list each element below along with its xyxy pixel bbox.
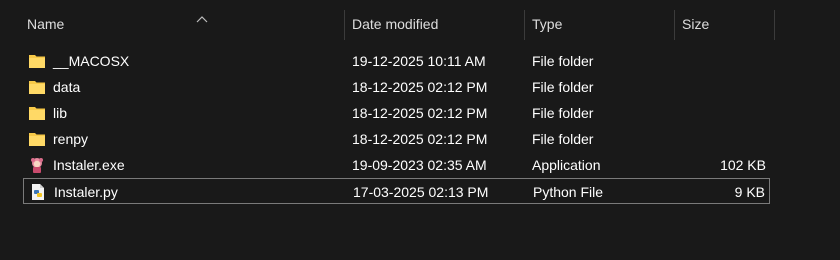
file-size: 9 KB bbox=[734, 184, 765, 200]
file-type: File folder bbox=[532, 53, 594, 69]
folder-icon bbox=[28, 78, 46, 96]
file-type: File folder bbox=[532, 131, 594, 147]
file-row-data[interactable]: data 18-12-2025 02:12 PM File folder bbox=[23, 74, 770, 100]
folder-icon bbox=[28, 104, 46, 122]
sort-ascending-icon bbox=[196, 16, 208, 23]
column-header-size-label: Size bbox=[682, 16, 710, 32]
file-row-macosx[interactable]: __MACOSX 19-12-2025 10:11 AM File folder bbox=[23, 48, 770, 74]
file-date: 18-12-2025 02:12 PM bbox=[352, 79, 488, 95]
file-date: 19-09-2023 02:35 AM bbox=[352, 157, 487, 173]
file-row-instaler-exe[interactable]: Instaler.exe 19-09-2023 02:35 AM Applica… bbox=[23, 152, 770, 178]
file-type: Python File bbox=[533, 184, 604, 200]
file-type: File folder bbox=[532, 105, 594, 121]
file-row-instaler-py[interactable]: Instaler.py 17-03-2025 02:13 PM Python F… bbox=[23, 178, 770, 204]
column-header-name[interactable]: Name bbox=[20, 10, 345, 40]
file-date: 18-12-2025 02:12 PM bbox=[352, 131, 488, 147]
file-date: 19-12-2025 10:11 AM bbox=[352, 53, 486, 69]
file-row-renpy[interactable]: renpy 18-12-2025 02:12 PM File folder bbox=[23, 126, 770, 152]
file-date: 18-12-2025 02:12 PM bbox=[352, 105, 488, 121]
folder-icon bbox=[28, 52, 46, 70]
file-type: Application bbox=[532, 157, 601, 173]
file-name: __MACOSX bbox=[53, 53, 130, 69]
file-size: 102 KB bbox=[720, 157, 766, 173]
file-name: Instaler.exe bbox=[53, 157, 125, 173]
column-header-type[interactable]: Type bbox=[525, 10, 675, 40]
file-name: renpy bbox=[53, 131, 89, 147]
folder-icon bbox=[28, 130, 46, 148]
file-type: File folder bbox=[532, 79, 594, 95]
column-header-type-label: Type bbox=[532, 16, 563, 32]
file-name: data bbox=[53, 79, 81, 95]
column-header-bar: Name Date modified Type Size bbox=[0, 0, 840, 40]
file-explorer-list: Name Date modified Type Size __MACOSX 19… bbox=[0, 0, 840, 260]
column-header-name-label: Name bbox=[27, 16, 65, 32]
python-file-icon bbox=[29, 183, 47, 201]
column-header-size[interactable]: Size bbox=[675, 10, 775, 40]
file-row-lib[interactable]: lib 18-12-2025 02:12 PM File folder bbox=[23, 100, 770, 126]
file-name: lib bbox=[53, 105, 68, 121]
application-icon bbox=[28, 156, 46, 174]
file-date: 17-03-2025 02:13 PM bbox=[353, 184, 489, 200]
file-name: Instaler.py bbox=[54, 184, 118, 200]
column-header-date[interactable]: Date modified bbox=[345, 10, 525, 40]
column-header-date-label: Date modified bbox=[352, 16, 439, 32]
